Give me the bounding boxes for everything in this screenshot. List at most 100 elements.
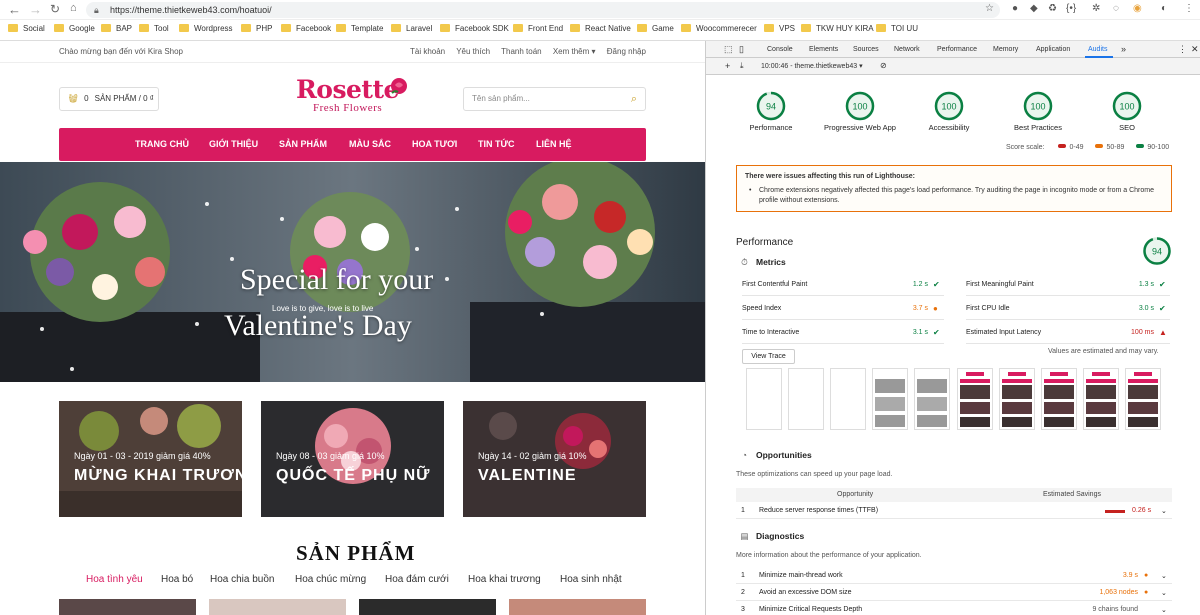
product-card[interactable]	[359, 599, 496, 615]
back-arrow-icon[interactable]: ←	[8, 2, 21, 17]
bookmark-item[interactable]: Tool	[139, 24, 169, 33]
score-gauge-best-practices[interactable]: 100 Best Practices	[998, 91, 1078, 132]
bookmark-item[interactable]: VPS	[764, 24, 795, 33]
bookmark-item[interactable]: Facebook SDK	[440, 24, 509, 33]
bookmark-item[interactable]: TKW HUY KIRA	[801, 24, 874, 33]
search-input[interactable]: Tên sản phẩm... ⌕	[463, 87, 646, 111]
tab-performance[interactable]: Performance	[937, 46, 977, 53]
device-toolbar-icon[interactable]: ▯	[739, 44, 744, 55]
bookmark-item[interactable]: Game	[637, 24, 674, 33]
nav-fresh-flowers[interactable]: HOA TƯƠI	[412, 139, 457, 149]
wishlist-link[interactable]: Yêu thích	[456, 47, 490, 56]
nav-about[interactable]: GIỚI THIỆU	[209, 139, 258, 149]
chevron-down-icon[interactable]: ⌄	[1161, 589, 1167, 597]
nav-products[interactable]: SẢN PHẨM	[279, 139, 327, 149]
tab-application[interactable]: Application	[1036, 46, 1070, 53]
extension-icon[interactable]: ◌	[1113, 3, 1119, 14]
new-audit-icon[interactable]: +	[725, 61, 730, 71]
tab-opening[interactable]: Hoa khai trương	[468, 574, 541, 585]
extension-icon[interactable]: ✲	[1092, 3, 1100, 14]
score-gauge-progressive-web-app[interactable]: 100 Progressive Web App	[820, 91, 900, 132]
url-text: https://theme.thietkeweb43.com/hoatuoi/	[110, 5, 272, 15]
bookmark-item[interactable]: Social	[8, 24, 45, 33]
tab-love-flowers[interactable]: Hoa tình yêu	[86, 574, 143, 585]
metric-name: First Contentful Paint	[742, 281, 808, 288]
profile-avatar[interactable]: ◐	[1161, 3, 1167, 14]
checkout-link[interactable]: Thanh toán	[501, 47, 541, 56]
address-bar[interactable]: 🔒︎ https://theme.thietkeweb43.com/hoatuo…	[86, 2, 1000, 18]
download-icon[interactable]: ⤓	[740, 61, 744, 71]
extension-icon[interactable]: ◉	[1133, 3, 1142, 14]
tab-console[interactable]: Console	[767, 46, 793, 53]
tab-bouquet[interactable]: Hoa bó	[161, 574, 193, 585]
tab-birthday[interactable]: Hoa sinh nhật	[560, 574, 622, 585]
bookmark-item[interactable]: Wordpress	[179, 24, 233, 33]
tab-wedding[interactable]: Hoa đám cưới	[385, 574, 449, 585]
account-link[interactable]: Tài khoản	[410, 47, 445, 56]
nav-colors[interactable]: MÀU SẮC	[349, 139, 391, 149]
score-gauge-seo[interactable]: 100 SEO	[1087, 91, 1167, 132]
hero-banner[interactable]: Special for your Love is to give, love i…	[0, 162, 705, 382]
more-tabs-icon[interactable]: »	[1121, 44, 1126, 54]
bookmark-item[interactable]: Woocommerecer	[681, 24, 757, 33]
product-card[interactable]	[509, 599, 646, 615]
bookmark-item[interactable]: Laravel	[391, 24, 432, 33]
menu-kebab-icon[interactable]: ⋮	[1184, 3, 1194, 14]
chevron-down-icon[interactable]: ⌄	[1161, 606, 1167, 614]
tab-elements[interactable]: Elements	[809, 46, 838, 53]
extension-icon[interactable]: ♻	[1048, 3, 1057, 14]
bookmark-item[interactable]: Facebook	[281, 24, 331, 33]
tab-sources[interactable]: Sources	[853, 46, 879, 53]
nav-news[interactable]: TIN TỨC	[478, 139, 514, 149]
diagnostic-row[interactable]: 2 Avoid an excessive DOM size 1,063 nodes ●…	[736, 586, 1172, 601]
kebab-icon[interactable]: ⋮	[1178, 44, 1187, 55]
tab-audits[interactable]: Audits	[1088, 46, 1107, 53]
close-icon[interactable]: ✕	[1191, 44, 1199, 55]
bookmark-item[interactable]: TOI UU	[876, 24, 918, 33]
tab-network[interactable]: Network	[894, 46, 920, 53]
bookmark-item[interactable]: PHP	[241, 24, 272, 33]
score-gauge-accessibility[interactable]: 100 Accessibility	[909, 91, 989, 132]
promo-card-valentine[interactable]: Ngày 14 - 02 giảm giá 10% VALENTINE	[463, 401, 646, 517]
welcome-text: Chào mừng bạn đến với Kira Shop	[59, 47, 184, 56]
opportunity-row[interactable]: 1 Reduce server response times (TTFB) 0.…	[736, 504, 1172, 519]
home-icon[interactable]: ⌂	[70, 2, 77, 14]
search-icon[interactable]: ⌕	[631, 88, 637, 110]
tab-memory[interactable]: Memory	[993, 46, 1018, 53]
score-gauge-performance[interactable]: 94 Performance	[731, 91, 811, 132]
nav-contact[interactable]: LIÊN HỆ	[536, 139, 572, 149]
login-link[interactable]: Đăng nhập	[607, 47, 646, 56]
promo-card-opening[interactable]: Ngày 01 - 03 - 2019 giảm giá 40% MỪNG KH…	[59, 401, 242, 517]
diagnostic-row[interactable]: 3 Minimize Critical Requests Depth 9 chain…	[736, 603, 1172, 615]
row-index: 3	[741, 606, 745, 613]
product-card[interactable]	[59, 599, 196, 615]
bookmark-item[interactable]: Template	[336, 24, 383, 33]
inspect-icon[interactable]: ⬚	[724, 44, 733, 55]
product-card[interactable]	[209, 599, 346, 615]
extension-icon[interactable]: ◆	[1030, 3, 1038, 14]
diagnostic-row[interactable]: 1 Minimize main-thread work 3.9 s ● ⌄	[736, 569, 1172, 584]
cart-button[interactable]: 🧺︎ 0 SẢN PHẨM / 0 ₫	[59, 87, 159, 111]
extension-icon[interactable]: {•}	[1066, 3, 1076, 14]
bookmark-item[interactable]: Google	[54, 24, 95, 33]
clear-icon[interactable]: ⊘	[880, 61, 887, 70]
bookmark-item[interactable]: Front End	[513, 24, 563, 33]
gauge-ring: 100	[1112, 91, 1142, 121]
bookmark-item[interactable]: React Native	[570, 24, 631, 33]
chevron-down-icon[interactable]: ⌄	[1161, 507, 1167, 515]
view-trace-button[interactable]: View Trace	[742, 349, 795, 364]
tab-congratulation[interactable]: Hoa chúc mừng	[295, 574, 366, 585]
star-icon[interactable]: ☆	[985, 3, 994, 14]
bookmark-item[interactable]: BAP	[101, 24, 132, 33]
extension-icon[interactable]: ●	[1012, 3, 1018, 14]
forward-arrow-icon[interactable]: →	[29, 2, 42, 17]
tab-condolence[interactable]: Hoa chia buồn	[210, 574, 275, 585]
site-logo[interactable]: Rosette	[296, 75, 399, 104]
devtools-panel: ⬚ ▯ Console Elements Sources Network Per…	[705, 41, 1200, 615]
nav-home[interactable]: TRANG CHỦ	[135, 139, 189, 149]
report-selector[interactable]: 10:00:46 - theme.thietkeweb43 ▾	[761, 62, 863, 70]
promo-card-womens-day[interactable]: Ngày 08 - 03 giảm giá 10% QUỐC TẾ PHỤ NỮ	[261, 401, 444, 517]
chevron-down-icon[interactable]: ⌄	[1161, 572, 1167, 580]
more-link[interactable]: Xem thêm ▾	[553, 47, 596, 56]
reload-icon[interactable]: ↻	[50, 2, 60, 16]
